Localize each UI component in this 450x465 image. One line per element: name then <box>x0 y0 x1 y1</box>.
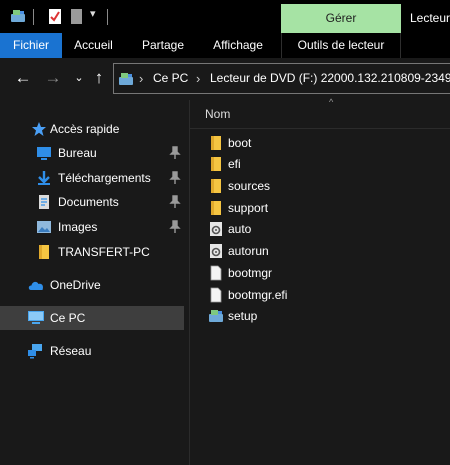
folder-icon <box>39 245 49 259</box>
folder-icon <box>211 157 221 171</box>
address-bar[interactable]: › Ce PC › Lecteur de DVD (F:) 22000.132.… <box>113 63 450 94</box>
ribbon-tabs: Fichier Accueil Partage Affichage Outils… <box>0 33 450 58</box>
file-item-autorun[interactable]: autorun <box>200 240 440 262</box>
settings-file-icon <box>210 244 222 258</box>
quick-access-separator <box>107 9 108 25</box>
sidebar-item-label: OneDrive <box>50 278 101 292</box>
sidebar-item-onedrive[interactable]: OneDrive <box>0 273 184 297</box>
documents-icon <box>39 195 49 209</box>
breadcrumb-separator-icon[interactable]: › <box>196 64 200 93</box>
file-list-pane: ^ Nom boot efi sources support auto auto… <box>190 97 450 465</box>
sidebar-item-label: Documents <box>58 195 119 209</box>
properties-icon[interactable] <box>48 8 62 25</box>
sidebar-item-label: Bureau <box>58 146 97 160</box>
sidebar-item-label: TRANSFERT-PC <box>58 245 150 259</box>
file-name: boot <box>228 136 252 150</box>
navigation-pane: Accès rapide Bureau Téléchargements Docu… <box>0 100 190 465</box>
file-item-efi[interactable]: efi <box>200 153 440 175</box>
pin-icon[interactable] <box>169 146 181 160</box>
back-arrow-icon[interactable]: ← <box>14 67 32 89</box>
forward-arrow-icon[interactable]: → <box>44 67 62 89</box>
file-name: efi <box>228 157 241 171</box>
cloud-icon <box>28 281 44 290</box>
tab-partage[interactable]: Partage <box>130 33 196 58</box>
file-icon <box>210 287 222 303</box>
file-name: autorun <box>228 244 269 258</box>
file-item-bootmgr[interactable]: bootmgr <box>200 262 440 284</box>
tab-affichage[interactable]: Affichage <box>200 33 276 58</box>
sort-ascending-icon: ^ <box>329 97 334 107</box>
pin-icon[interactable] <box>169 195 181 209</box>
window-title: Lecteur <box>410 11 450 25</box>
title-bar: ▾ Gérer Lecteur <box>0 0 450 33</box>
column-header-divider <box>190 128 450 129</box>
sidebar-item-label: Réseau <box>50 344 92 358</box>
navigation-bar: ← → ⌄ ↑ › Ce PC › Lecteur de DVD (F:) 22… <box>0 58 450 100</box>
file-item-support[interactable]: support <box>200 197 440 219</box>
drive-app-icon <box>11 10 25 22</box>
setup-icon <box>209 310 223 322</box>
file-name: sources <box>228 179 271 193</box>
sidebar-item-label: Téléchargements <box>58 171 151 185</box>
manage-tab[interactable]: Gérer <box>281 4 401 33</box>
tab-fichier[interactable]: Fichier <box>0 33 62 58</box>
sidebar-item-transfert-pc[interactable]: TRANSFERT-PC <box>0 240 184 264</box>
tab-outils-de-lecteur[interactable]: Outils de lecteur <box>281 33 401 58</box>
quick-access-separator <box>33 9 34 25</box>
breadcrumb-separator-icon[interactable]: › <box>139 64 143 93</box>
breadcrumb-ce-pc[interactable]: Ce PC <box>153 64 188 93</box>
tab-accueil[interactable]: Accueil <box>62 33 125 58</box>
breadcrumb-dvd-drive[interactable]: Lecteur de DVD (F:) 22000.132.210809-234… <box>210 64 450 93</box>
pin-icon[interactable] <box>169 171 181 185</box>
sidebar-item-reseau[interactable]: Réseau <box>0 339 184 363</box>
column-header-name[interactable]: Nom <box>205 107 230 121</box>
sidebar-item-label: Ce PC <box>50 311 86 325</box>
file-name: bootmgr <box>228 266 273 280</box>
file-item-boot[interactable]: boot <box>200 132 440 154</box>
sidebar-item-label: Images <box>58 220 98 234</box>
sidebar-item-telechargements[interactable]: Téléchargements <box>0 166 184 190</box>
up-arrow-icon[interactable]: ↑ <box>90 67 108 89</box>
network-icon <box>28 344 42 359</box>
customize-quick-access-icon[interactable]: ▾ <box>90 7 96 20</box>
sidebar-item-label: Accès rapide <box>50 122 120 136</box>
folder-icon <box>211 136 221 150</box>
computer-icon <box>28 311 44 324</box>
recent-locations-chevron-icon[interactable]: ⌄ <box>70 67 88 89</box>
folder-icon <box>211 179 221 193</box>
file-item-auto[interactable]: auto <box>200 218 440 240</box>
file-item-setup[interactable]: setup <box>200 305 440 327</box>
file-item-bootmgr-efi[interactable]: bootmgr.efi <box>200 284 440 306</box>
desktop-icon <box>37 147 51 160</box>
download-icon <box>38 171 50 185</box>
file-name: bootmgr.efi <box>228 288 288 302</box>
file-name: support <box>228 201 269 215</box>
sidebar-item-images[interactable]: Images <box>0 215 184 239</box>
sidebar-item-ce-pc[interactable]: Ce PC <box>0 306 184 330</box>
new-folder-icon[interactable] <box>70 8 83 25</box>
sidebar-item-bureau[interactable]: Bureau <box>0 141 184 165</box>
file-icon <box>210 265 222 281</box>
images-icon <box>37 221 51 233</box>
sidebar-item-quick-access[interactable]: Accès rapide <box>0 117 184 141</box>
sidebar-item-documents[interactable]: Documents <box>0 190 184 214</box>
file-item-sources[interactable]: sources <box>200 175 440 197</box>
folder-icon <box>211 201 221 215</box>
pin-icon[interactable] <box>169 220 181 234</box>
dvd-drive-icon <box>119 73 133 85</box>
file-name: auto <box>228 222 252 236</box>
file-name: setup <box>228 309 258 323</box>
settings-file-icon <box>210 222 222 236</box>
star-icon <box>32 122 46 136</box>
